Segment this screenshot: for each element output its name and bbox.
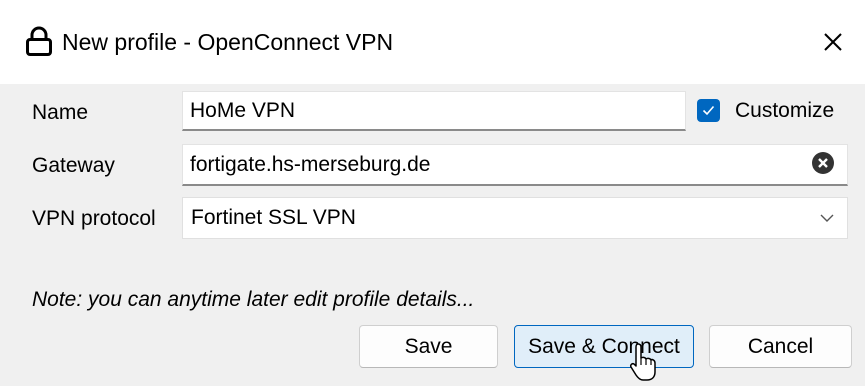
- name-label: Name: [32, 101, 89, 124]
- dialog-window: New profile - OpenConnect VPN Name Custo…: [0, 0, 865, 386]
- note-text: Note: you can anytime later edit profile…: [32, 288, 475, 311]
- save-button[interactable]: Save: [359, 325, 498, 368]
- close-icon: [812, 33, 854, 66]
- clear-button[interactable]: [811, 151, 835, 175]
- customize-label: Customize: [735, 99, 835, 122]
- name-input[interactable]: [183, 92, 685, 129]
- name-field-box: [182, 91, 686, 131]
- clear-circle-icon: [811, 152, 835, 179]
- gateway-label: Gateway: [32, 154, 115, 177]
- gateway-input[interactable]: [183, 145, 847, 184]
- chevron-down-icon: [819, 211, 835, 223]
- vpn-protocol-select[interactable]: Fortinet SSL VPN: [182, 197, 848, 239]
- gateway-field-box: [182, 144, 848, 186]
- vpn-protocol-label: VPN protocol: [32, 207, 156, 230]
- title-bar: New profile - OpenConnect VPN: [0, 0, 865, 84]
- vpn-protocol-value: Fortinet SSL VPN: [191, 206, 356, 229]
- save-connect-button[interactable]: Save & Connect: [514, 325, 694, 368]
- checkbox-checked-icon: [697, 99, 720, 122]
- window-title: New profile - OpenConnect VPN: [62, 29, 394, 55]
- cancel-button[interactable]: Cancel: [709, 325, 852, 368]
- lock-icon: [25, 26, 53, 56]
- close-button[interactable]: [812, 22, 854, 62]
